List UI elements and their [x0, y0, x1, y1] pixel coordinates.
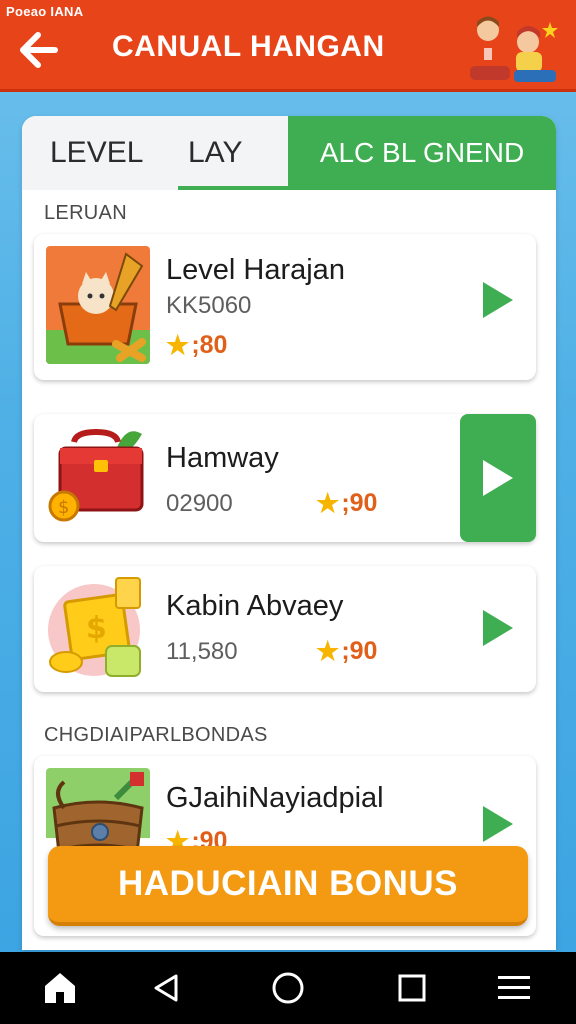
level-card[interactable]: Level Harajan KK5060 ★ ;80	[34, 234, 536, 380]
tab-level[interactable]: LEVEL	[50, 136, 143, 170]
section-label-leruan: LERUAN	[44, 202, 127, 224]
cat-basket-icon	[46, 246, 150, 364]
level-title: Hamway	[166, 442, 279, 474]
circle-home-icon	[272, 972, 304, 1004]
top-app-bar: Poeao IANA CANUAL HANGAN	[0, 0, 576, 92]
play-icon	[483, 282, 513, 318]
svg-text:$: $	[86, 611, 107, 646]
navigation-bar	[0, 952, 576, 1024]
app-title: CANUAL HANGAN	[112, 30, 385, 63]
home-icon	[45, 973, 75, 1003]
level-count: KK5060	[166, 292, 252, 319]
play-button[interactable]	[478, 608, 518, 648]
menu-button[interactable]	[492, 966, 536, 1010]
play-icon	[483, 460, 513, 496]
back-nav-button[interactable]	[144, 966, 188, 1010]
star-icon: ★	[316, 488, 340, 518]
red-toolbox-icon: $	[46, 420, 150, 536]
level-title: Level Harajan	[166, 254, 345, 286]
levels-panel: LEVEL LAY ALC BL GNEND LERUAN Level Hara…	[22, 116, 556, 950]
status-text: Poeao IANA	[6, 4, 84, 19]
level-stars: ★ ;80	[166, 330, 227, 361]
level-count: 11,580	[166, 638, 238, 665]
menu-icon	[498, 976, 530, 999]
play-button[interactable]	[478, 804, 518, 844]
star-icon: ★	[316, 636, 340, 666]
tab-alc-bl-gnend[interactable]: ALC BL GNEND	[288, 116, 556, 190]
tab-underline	[178, 186, 290, 190]
tab-bar: LEVEL LAY ALC BL GNEND	[22, 116, 556, 190]
level-card[interactable]: $ Kabin Abvaey 11,580 ★ ;90	[34, 566, 536, 692]
section-label-bonus: CHGDIAIPARLBONDAS	[44, 724, 268, 746]
triangle-back-icon	[154, 974, 178, 1002]
play-icon	[483, 610, 513, 646]
gold-coins-icon: $	[46, 572, 150, 686]
back-button[interactable]	[14, 28, 62, 72]
arrow-left-icon	[20, 32, 58, 68]
level-count: 02900	[166, 490, 233, 517]
play-icon	[483, 806, 513, 842]
home-circle-button[interactable]	[266, 966, 310, 1010]
level-card[interactable]: $ Hamway 02900 ★ ;90	[34, 414, 536, 542]
bonus-button[interactable]: HADUCIAIN BONUS	[48, 846, 528, 926]
stars-value: ;90	[341, 489, 378, 517]
level-title: Kabin Abvaey	[166, 590, 344, 622]
recents-button[interactable]	[390, 966, 434, 1010]
stars-value: ;80	[191, 331, 228, 359]
square-recents-icon	[398, 974, 426, 1002]
kids-mascot-icon	[470, 16, 558, 82]
tab-lay[interactable]: LAY	[188, 136, 242, 170]
stars-value: ;90	[341, 637, 378, 665]
level-stars: ★ ;90	[316, 488, 377, 519]
play-button[interactable]	[478, 280, 518, 320]
svg-text:$: $	[58, 497, 69, 518]
level-stars: ★ ;90	[316, 636, 377, 667]
play-button[interactable]	[460, 414, 536, 542]
home-button[interactable]	[38, 966, 82, 1010]
star-icon: ★	[166, 330, 190, 360]
level-title: GJaihiNayiadpial	[166, 782, 384, 814]
